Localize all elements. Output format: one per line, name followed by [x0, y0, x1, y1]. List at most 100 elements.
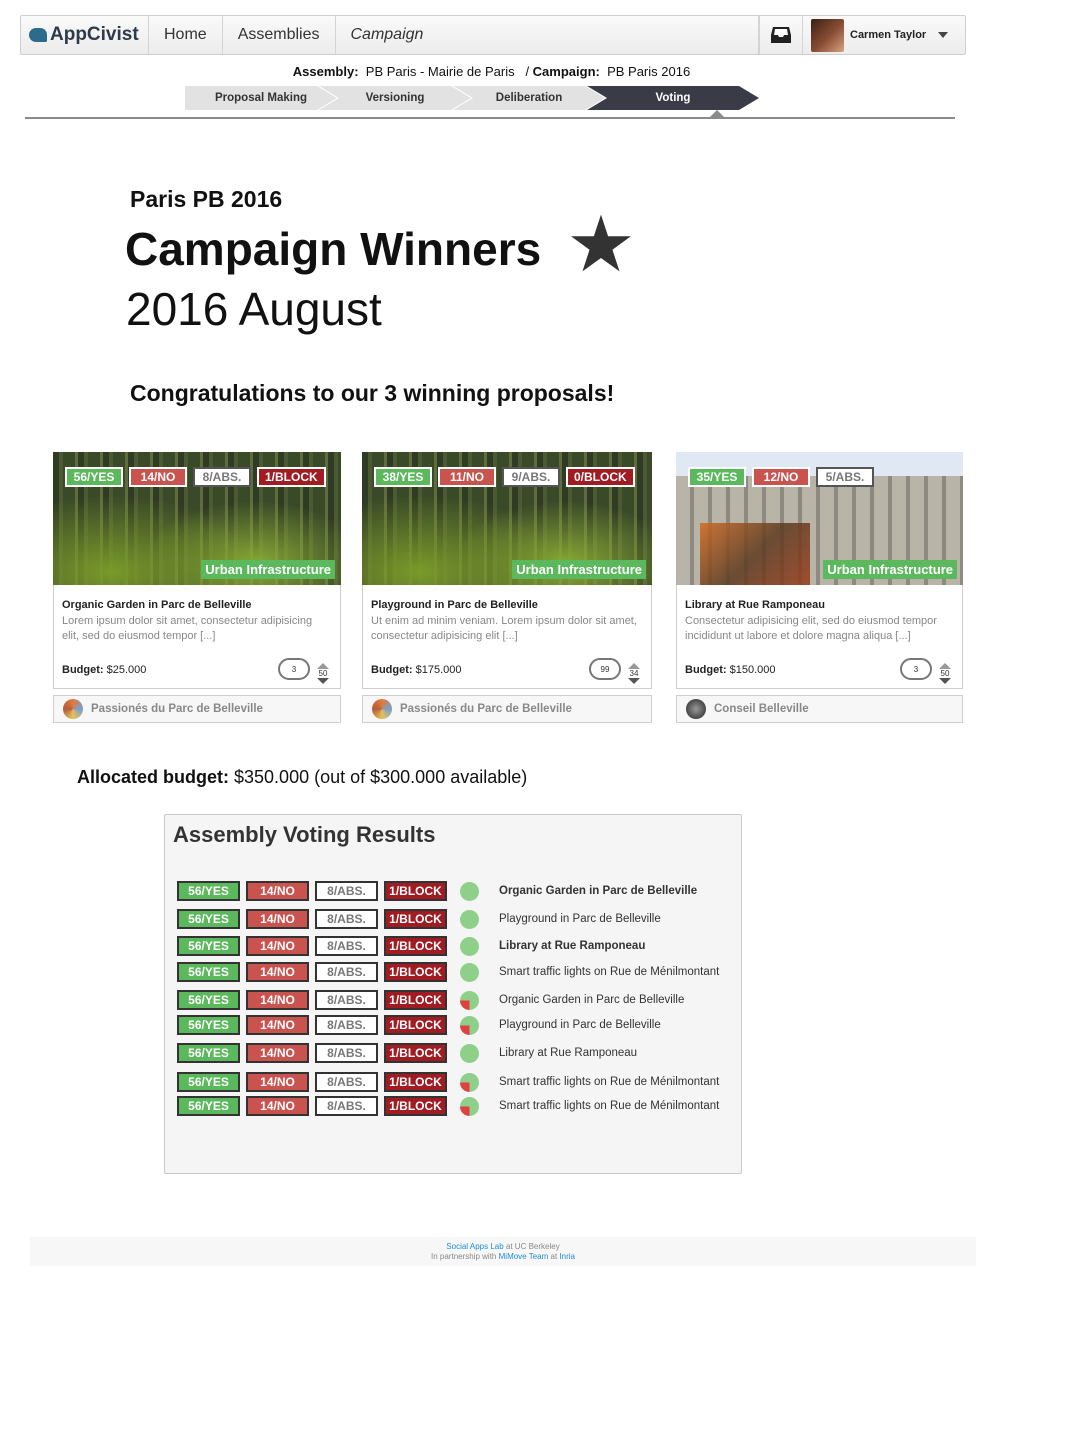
nav-campaign[interactable]: Campaign: [336, 16, 759, 54]
card-body: Library at Rue Ramponeau Consectetur adi…: [676, 585, 963, 689]
campaign-subtitle: Paris PB 2016: [130, 186, 283, 212]
proposal-title[interactable]: Playground in Parc de Belleville: [371, 599, 643, 611]
budget-value: $175.000: [415, 664, 462, 676]
proposal-image: 35/YES 12/NO 5/ABS. Urban Infrastructure: [676, 452, 963, 585]
yes-badge: 56/YES: [177, 1072, 240, 1092]
proposal-name[interactable]: Organic Garden in Parc de Belleville: [499, 994, 684, 1006]
no-badge: 14/NO: [246, 881, 309, 901]
step-voting[interactable]: Voting: [587, 86, 759, 110]
yes-badge: 56/YES: [177, 990, 240, 1010]
downvote-icon[interactable]: [628, 678, 640, 684]
step-versioning[interactable]: Versioning: [319, 86, 471, 110]
vote-badges: 56/YES 14/NO 8/ABS. 1/BLOCK: [65, 467, 326, 487]
inbox-button[interactable]: [759, 16, 803, 54]
block-badge: 1/BLOCK: [384, 1072, 447, 1092]
budget-label: Budget:: [685, 664, 727, 676]
category-badge[interactable]: Urban Infrastructure: [823, 560, 957, 579]
proposal-card[interactable]: 35/YES 12/NO 5/ABS. Urban Infrastructure…: [676, 452, 963, 723]
proposal-name[interactable]: Smart traffic lights on Rue de Ménilmont…: [499, 1076, 719, 1088]
proposal-name[interactable]: Smart traffic lights on Rue de Ménilmont…: [499, 1100, 719, 1112]
allocated-label: Allocated budget:: [77, 767, 229, 787]
assembly-value[interactable]: PB Paris - Mairie de Paris: [366, 64, 515, 79]
proposal-title[interactable]: Organic Garden in Parc de Belleville: [62, 599, 332, 611]
no-badge: 14/NO: [246, 962, 309, 982]
results-row[interactable]: 56/YES 14/NO 8/ABS. 1/BLOCK Smart traffic li…: [177, 1096, 719, 1116]
avatar: [811, 18, 844, 52]
category-badge[interactable]: Urban Infrastructure: [201, 560, 335, 579]
block-badge: 0/BLOCK: [566, 467, 635, 487]
abstain-badge: 8/ABS.: [315, 962, 378, 982]
vote-score: 50: [940, 669, 950, 678]
nav-assemblies[interactable]: Assemblies: [223, 16, 336, 54]
downvote-icon[interactable]: [939, 678, 951, 684]
results-row[interactable]: 56/YES 14/NO 8/ABS. 1/BLOCK Playground in Pa…: [177, 909, 661, 929]
proposal-name[interactable]: Library at Rue Ramponeau: [499, 1047, 637, 1059]
downvote-icon[interactable]: [317, 678, 329, 684]
vote-badges: 38/YES 11/NO 9/ABS. 0/BLOCK: [374, 467, 635, 487]
results-row[interactable]: 56/YES 14/NO 8/ABS. 1/BLOCK Organic Garden i…: [177, 881, 697, 901]
working-group[interactable]: Conseil Belleville: [676, 695, 963, 723]
results-row[interactable]: 56/YES 14/NO 8/ABS. 1/BLOCK Smart traffic li…: [177, 962, 719, 982]
assembly-label: Assembly:: [292, 64, 359, 79]
top-navbar: AppCivist Home Assemblies Campaign Carme…: [20, 15, 966, 55]
pie-chart-icon: [460, 962, 479, 982]
brand-name: AppCivist: [50, 24, 139, 45]
proposal-name[interactable]: Library at Rue Ramponeau: [499, 940, 645, 952]
budget-label: Budget:: [62, 664, 104, 676]
results-row[interactable]: 56/YES 14/NO 8/ABS. 1/BLOCK Smart traffic li…: [177, 1072, 719, 1092]
proposal-name[interactable]: Organic Garden in Parc de Belleville: [499, 885, 697, 897]
results-row[interactable]: 56/YES 14/NO 8/ABS. 1/BLOCK Library at Rue R…: [177, 936, 645, 956]
proposal-name[interactable]: Playground in Parc de Belleville: [499, 1019, 661, 1031]
abstain-badge: 8/ABS.: [315, 936, 378, 956]
step-proposal-making[interactable]: Proposal Making: [185, 86, 337, 110]
vote-control: 50: [316, 663, 330, 684]
yes-badge: 56/YES: [177, 936, 240, 956]
footer-partner-text: In partnership with: [431, 1252, 497, 1261]
user-menu[interactable]: Carmen Taylor: [803, 16, 965, 54]
comments-icon[interactable]: 3: [278, 658, 310, 680]
yes-badge: 38/YES: [374, 467, 432, 487]
group-avatar: [686, 699, 706, 719]
category-badge[interactable]: Urban Infrastructure: [512, 560, 646, 579]
yes-badge: 56/YES: [177, 881, 240, 901]
lab-link[interactable]: Social Apps Lab: [446, 1242, 503, 1251]
yes-badge: 56/YES: [65, 467, 123, 487]
star-icon: ★: [566, 200, 636, 288]
voting-results-panel: Assembly Voting Results 56/YES 14/NO 8/ABS…: [164, 814, 742, 1174]
proposal-description: Consectetur adipisicing elit, sed do eiu…: [685, 615, 937, 643]
pie-chart-icon: [460, 936, 479, 956]
inria-link[interactable]: Inria: [559, 1252, 575, 1261]
vote-score: 50: [318, 669, 328, 678]
comments-icon[interactable]: 3: [900, 658, 932, 680]
pie-chart-icon: [460, 1043, 479, 1063]
abstain-badge: 8/ABS.: [315, 1043, 378, 1063]
campaign-value[interactable]: PB Paris 2016: [607, 64, 690, 79]
working-group[interactable]: Passionés du Parc de Belleville: [53, 695, 341, 723]
yes-badge: 56/YES: [177, 1096, 240, 1116]
brand-logo[interactable]: AppCivist: [21, 16, 149, 54]
block-badge: 1/BLOCK: [384, 990, 447, 1010]
budget-value: $150.000: [729, 664, 776, 676]
comment-count: 3: [913, 664, 919, 674]
pie-chart-icon: [460, 881, 479, 901]
comments-icon[interactable]: 99: [589, 658, 621, 680]
proposal-name[interactable]: Playground in Parc de Belleville: [499, 913, 661, 925]
proposal-card[interactable]: 56/YES 14/NO 8/ABS. 1/BLOCK Urban Infras…: [53, 452, 341, 723]
block-badge: 1/BLOCK: [257, 467, 326, 487]
proposal-card[interactable]: 38/YES 11/NO 9/ABS. 0/BLOCK Urban Infras…: [362, 452, 652, 723]
proposal-title[interactable]: Library at Rue Ramponeau: [685, 599, 954, 611]
results-row[interactable]: 56/YES 14/NO 8/ABS. 1/BLOCK Library at Rue R…: [177, 1043, 637, 1063]
abstain-badge: 5/ABS.: [816, 467, 874, 487]
chevron-down-icon: [938, 32, 949, 38]
step-deliberation[interactable]: Deliberation: [453, 86, 605, 110]
campaign-label: Campaign:: [532, 64, 600, 79]
footer-at-berkeley: at UC Berkeley: [505, 1242, 560, 1251]
results-row[interactable]: 56/YES 14/NO 8/ABS. 1/BLOCK Organic Garden i…: [177, 990, 684, 1010]
team-link[interactable]: MiMove Team: [499, 1252, 549, 1261]
abstain-badge: 8/ABS.: [315, 881, 378, 901]
working-group[interactable]: Passionés du Parc de Belleville: [362, 695, 652, 723]
results-row[interactable]: 56/YES 14/NO 8/ABS. 1/BLOCK Playground in Pa…: [177, 1015, 661, 1035]
proposal-name[interactable]: Smart traffic lights on Rue de Ménilmont…: [499, 966, 719, 978]
yes-badge: 56/YES: [177, 1015, 240, 1035]
nav-home[interactable]: Home: [149, 16, 223, 54]
